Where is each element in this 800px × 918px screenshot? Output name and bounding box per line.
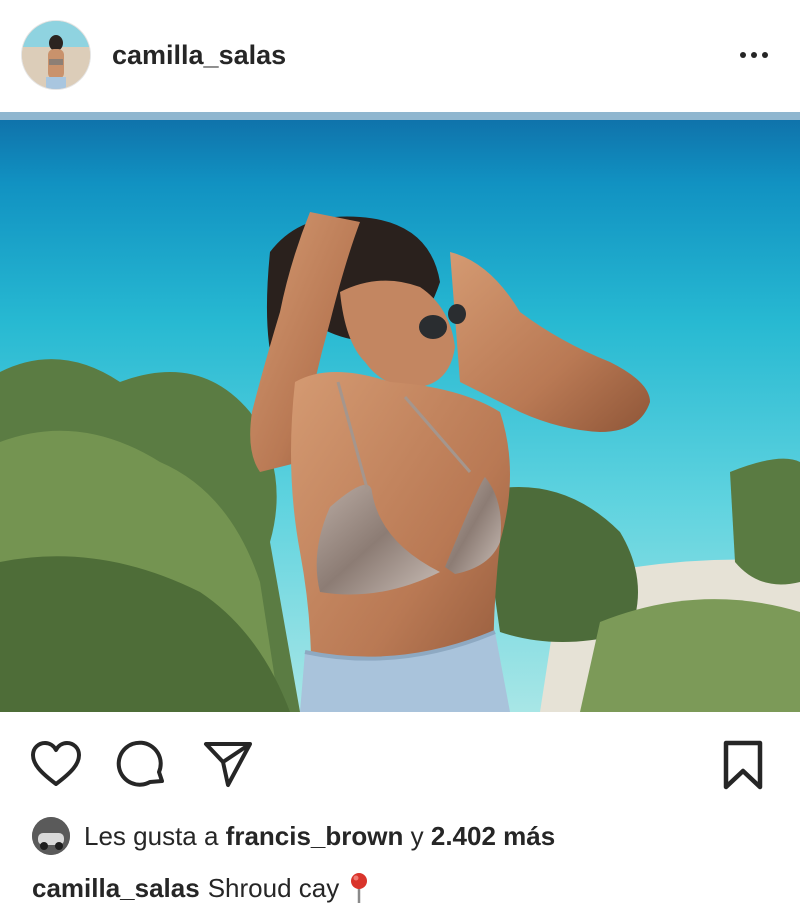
- post-image[interactable]: [0, 112, 800, 712]
- post-caption: camilla_salas Shroud cay: [32, 866, 792, 910]
- send-icon[interactable]: [202, 739, 254, 789]
- comment-icon[interactable]: [116, 739, 168, 789]
- likes-prefix: Les gusta a: [84, 820, 219, 851]
- likes-text: Les gusta a francis_brown y 2.402 más: [84, 821, 555, 852]
- bookmark-icon[interactable]: [720, 739, 766, 791]
- likes-connector: y: [410, 820, 424, 851]
- post-username[interactable]: camilla_salas: [112, 38, 286, 72]
- round-pushpin-icon: [351, 873, 368, 903]
- action-bar: [0, 712, 800, 812]
- caption-username[interactable]: camilla_salas: [32, 873, 200, 904]
- likes-count[interactable]: 2.402 más: [431, 821, 555, 851]
- liker-avatar: [32, 817, 70, 855]
- liker-username[interactable]: francis_brown: [226, 821, 404, 851]
- more-options-icon[interactable]: [734, 40, 774, 70]
- user-avatar[interactable]: [22, 21, 90, 89]
- post-header: camilla_salas: [0, 0, 800, 112]
- likes-summary[interactable]: Les gusta a francis_brown y 2.402 más: [32, 816, 792, 856]
- caption-text: Shroud cay: [207, 872, 340, 903]
- heart-icon[interactable]: [30, 740, 82, 788]
